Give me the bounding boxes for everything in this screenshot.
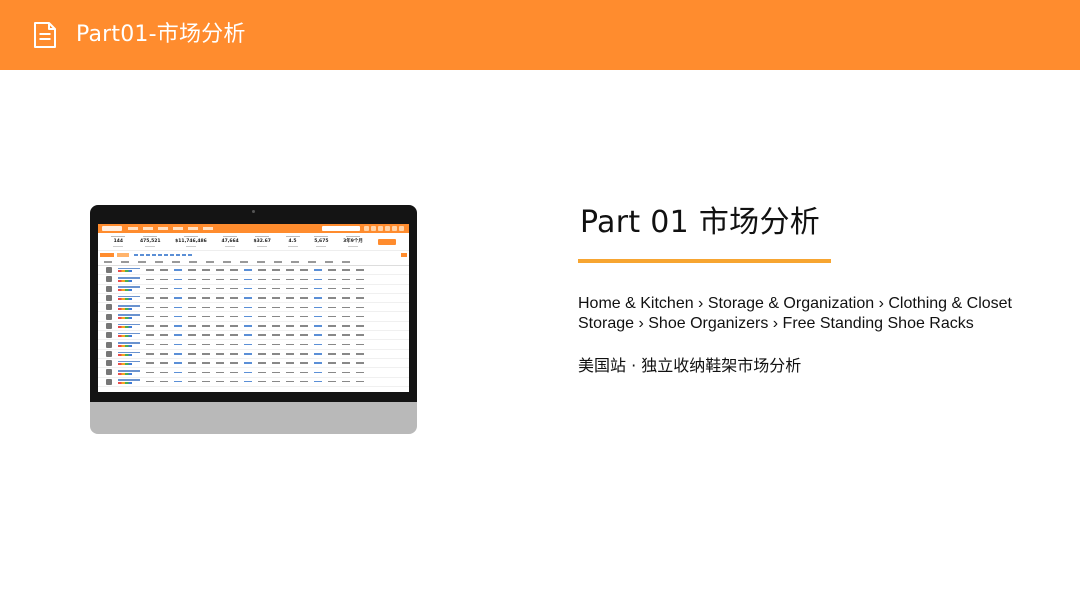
stat-value: $11,746,486 bbox=[175, 239, 207, 245]
monitor-mockup: 144 475,521 $11,746,486 47,664 $32.67 4.… bbox=[90, 205, 417, 434]
screen-stats-row: 144 475,521 $11,746,486 47,664 $32.67 4.… bbox=[98, 233, 409, 251]
table-row bbox=[98, 275, 409, 285]
product-research-screenshot: 144 475,521 $11,746,486 47,664 $32.67 4.… bbox=[98, 224, 409, 392]
table-row bbox=[98, 285, 409, 294]
table-row bbox=[98, 294, 409, 304]
table-row bbox=[98, 331, 409, 341]
monitor-chin bbox=[90, 402, 417, 434]
monitor-bezel: 144 475,521 $11,746,486 47,664 $32.67 4.… bbox=[90, 205, 417, 402]
table-row bbox=[98, 368, 409, 378]
camera-dot bbox=[252, 210, 255, 213]
stat-value: 47,664 bbox=[221, 239, 239, 245]
screen-action-button bbox=[377, 238, 396, 245]
screen-filter-bar bbox=[98, 251, 409, 259]
stat-value: 3年9个月 bbox=[343, 239, 363, 245]
table-row bbox=[98, 322, 409, 332]
header-title: Part01-市场分析 bbox=[76, 22, 246, 47]
table-row bbox=[98, 340, 409, 350]
section-title: Part 01 市场分析 bbox=[580, 205, 821, 240]
stat-value: 4.5 bbox=[288, 239, 297, 245]
stat-value: 5,675 bbox=[314, 239, 329, 245]
section-subtitle: 美国站 · 独立收纳鞋架市场分析 bbox=[578, 356, 802, 375]
breadcrumb-line: Storage › Shoe Organizers › Free Standin… bbox=[578, 315, 974, 332]
table-row bbox=[98, 266, 409, 276]
screen-table-header bbox=[98, 259, 409, 266]
category-breadcrumb: Home & Kitchen › Storage & Organization … bbox=[578, 294, 1073, 334]
table-row bbox=[98, 359, 409, 369]
table-row bbox=[98, 303, 409, 313]
breadcrumb-line: Home & Kitchen › Storage & Organization … bbox=[578, 295, 1012, 312]
table-row bbox=[98, 350, 409, 359]
screen-table-rows bbox=[98, 266, 409, 387]
title-underline bbox=[578, 259, 831, 263]
header-bar: Part01-市场分析 bbox=[0, 0, 1080, 70]
screen-topbar bbox=[98, 224, 409, 233]
stat-value: 144 bbox=[113, 239, 124, 245]
table-row bbox=[98, 378, 409, 387]
document-icon bbox=[34, 22, 56, 48]
table-row bbox=[98, 312, 409, 322]
stat-value: 475,521 bbox=[140, 239, 161, 245]
stat-value: $32.67 bbox=[253, 239, 271, 245]
